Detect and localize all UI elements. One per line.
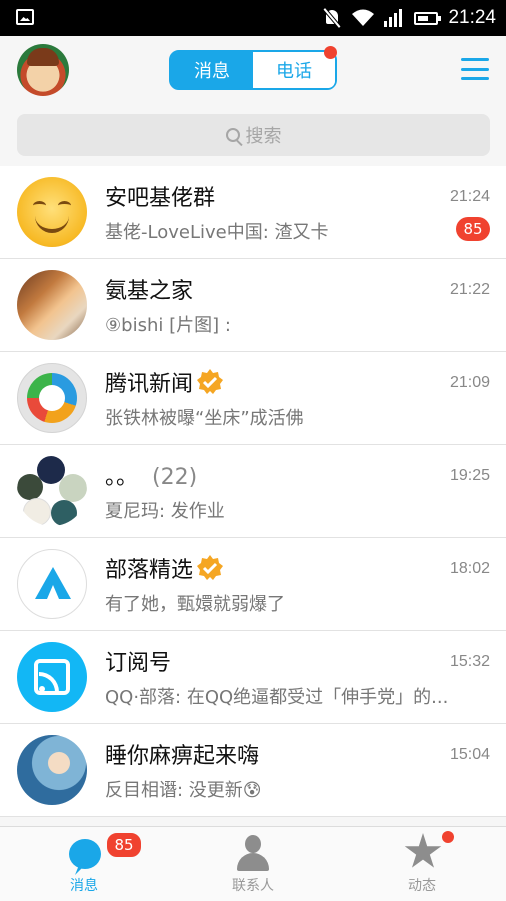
nav-contacts[interactable]: 联系人 <box>193 827 313 901</box>
avatar <box>17 549 87 619</box>
conversation-name: 订阅号 <box>105 651 172 676</box>
notification-dot <box>324 46 337 59</box>
wifi-icon <box>352 9 375 27</box>
unread-badge: 85 <box>105 831 143 859</box>
person-icon <box>237 835 269 871</box>
conversation-name: 睡你麻痹起来嗨 <box>105 744 260 769</box>
nav-messages[interactable]: 85 消息 <box>24 827 144 901</box>
top-header: 消息 电话 <box>0 36 506 104</box>
nav-feed[interactable]: 动态 <box>362 827 482 901</box>
chat-bubble-icon <box>69 839 101 869</box>
conversation-time: 21:24 <box>449 188 490 205</box>
verified-icon <box>197 555 224 580</box>
group-avatar <box>17 456 87 526</box>
user-avatar[interactable] <box>17 44 69 96</box>
avatar <box>17 642 87 712</box>
conversation-name-wrap: 。。 (22) <box>105 459 197 491</box>
status-bar: 21:24 <box>0 0 506 36</box>
menu-icon[interactable] <box>461 58 489 80</box>
conversation-preview: 基佬-LoveLive中国: 渣又卡 <box>105 222 329 243</box>
conversation-preview: ⑨bishi [片图] : <box>105 315 231 336</box>
unread-badge: 85 <box>456 217 490 241</box>
avatar <box>17 735 87 805</box>
conversation-preview: 反目相谮: 没更新😰 <box>105 780 262 801</box>
verified-icon <box>197 369 224 394</box>
mute-icon <box>322 8 342 28</box>
tab-calls-label: 电话 <box>276 61 312 82</box>
conversation-row[interactable]: 订阅号 QQ·部落: 在QQ绝逼都受过「伸手党」的... 15:32 <box>0 631 506 724</box>
avatar <box>17 363 87 433</box>
clock: 21:24 <box>448 7 496 28</box>
conversation-time: 21:22 <box>449 281 490 298</box>
battery-icon <box>414 11 442 25</box>
conversation-row[interactable]: 氨基之家 ⑨bishi [片图] : 21:22 <box>0 259 506 352</box>
search-placeholder: 搜索 <box>245 126 282 147</box>
conversation-row[interactable]: 腾讯新闻 张铁林被曝“坐床”成活佛 21:09 <box>0 352 506 445</box>
status-icons: 21:24 <box>322 0 496 36</box>
nav-label: 联系人 <box>232 878 274 894</box>
member-count: (22) <box>152 465 198 490</box>
conversation-name: 氨基之家 <box>105 279 194 304</box>
avatar <box>17 270 87 340</box>
bottom-nav: 85 消息 联系人 动态 <box>0 826 506 901</box>
search-bar[interactable]: 搜索 <box>17 114 490 156</box>
tab-messages[interactable]: 消息 <box>171 52 253 88</box>
conversation-list: 安吧基佬群 基佬-LoveLive中国: 渣又卡 21:24 85 氨基之家 ⑨… <box>0 166 506 817</box>
conversation-time: 18:02 <box>449 560 490 577</box>
conversation-row[interactable]: 睡你麻痹起来嗨 反目相谮: 没更新😰 15:04 <box>0 724 506 817</box>
conversation-time: 15:04 <box>449 746 490 763</box>
conversation-preview: 张铁林被曝“坐床”成活佛 <box>105 408 304 429</box>
conversation-row[interactable]: 安吧基佬群 基佬-LoveLive中国: 渣又卡 21:24 85 <box>0 166 506 259</box>
notification-dot <box>442 831 454 843</box>
segment-control: 消息 电话 <box>169 46 337 90</box>
search-icon <box>225 128 240 142</box>
signal-icon <box>384 9 404 27</box>
tab-calls[interactable]: 电话 <box>253 46 337 88</box>
conversation-preview: QQ·部落: 在QQ绝逼都受过「伸手党」的... <box>105 687 449 708</box>
conversation-time: 21:09 <box>449 374 490 391</box>
avatar <box>17 177 87 247</box>
conversation-preview: 夏尼玛: 发作业 <box>105 501 225 522</box>
conversation-name: 部落精选 <box>105 558 194 583</box>
nav-label: 动态 <box>408 878 436 894</box>
conversation-time: 15:32 <box>449 653 490 670</box>
conversation-name: 腾讯新闻 <box>105 372 194 397</box>
star-icon <box>404 833 442 868</box>
image-notification-icon <box>16 9 34 25</box>
conversation-name-wrap: 腾讯新闻 <box>105 366 224 398</box>
conversation-row[interactable]: 部落精选 有了她，甄嬛就弱爆了 18:02 <box>0 538 506 631</box>
conversation-name: 安吧基佬群 <box>105 186 216 211</box>
conversation-preview: 有了她，甄嬛就弱爆了 <box>105 594 285 615</box>
conversation-name-wrap: 部落精选 <box>105 552 224 584</box>
conversation-name: 。。 <box>105 465 139 490</box>
nav-label: 消息 <box>70 878 98 894</box>
conversation-row[interactable]: 。。 (22) 夏尼玛: 发作业 19:25 <box>0 445 506 538</box>
conversation-time: 19:25 <box>449 467 490 484</box>
